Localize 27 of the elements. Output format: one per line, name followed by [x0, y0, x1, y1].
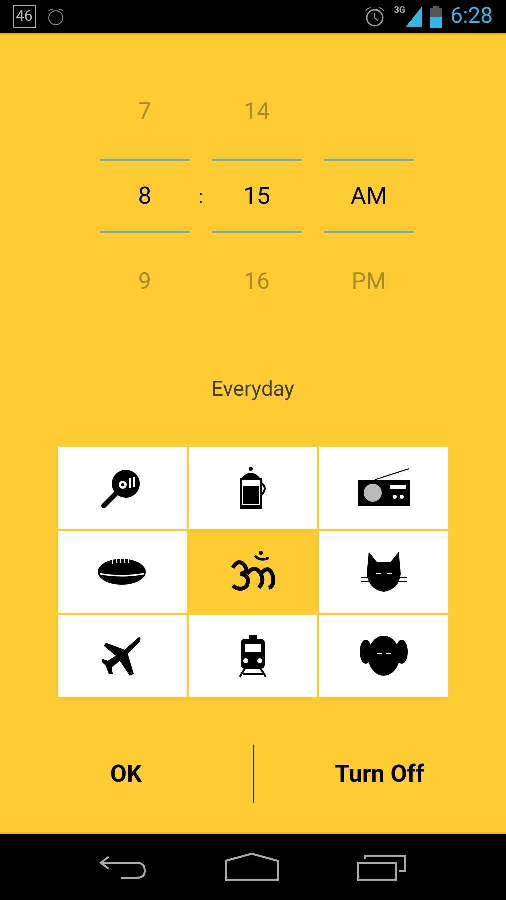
picker-value[interactable]: 8 — [138, 178, 152, 214]
network-type: 3G — [394, 5, 406, 18]
icon-tile[interactable] — [319, 530, 448, 612]
icon-tile[interactable] — [319, 446, 448, 528]
turn-off-button[interactable]: Turn Off — [254, 744, 506, 802]
picker-value[interactable]: AM — [350, 178, 388, 214]
picker-value[interactable]: 15 — [244, 178, 270, 214]
om-symbol-icon — [228, 550, 277, 594]
icon-tile[interactable] — [188, 446, 318, 528]
icon-tile[interactable] — [58, 530, 187, 612]
notification-count: 46 — [13, 5, 36, 28]
icon-tile[interactable] — [319, 614, 448, 696]
icon-tile[interactable] — [188, 614, 318, 696]
icon-tile[interactable] — [58, 446, 187, 528]
cat-face-icon — [358, 550, 409, 594]
alarm-clock-icon — [364, 6, 386, 28]
dog-face-icon — [358, 634, 409, 678]
home-icon[interactable] — [225, 853, 279, 881]
clock-time: 6:28 — [450, 3, 493, 31]
signal-icon — [406, 6, 422, 26]
ok-button[interactable]: OK — [0, 744, 252, 802]
alarm-clock-icon — [46, 8, 66, 26]
time-separator: : — [198, 188, 204, 208]
battery-icon — [430, 6, 442, 28]
recent-apps-icon[interactable] — [357, 853, 407, 881]
repeat-label: Everyday — [212, 377, 294, 404]
icon-tile[interactable] — [58, 614, 187, 696]
